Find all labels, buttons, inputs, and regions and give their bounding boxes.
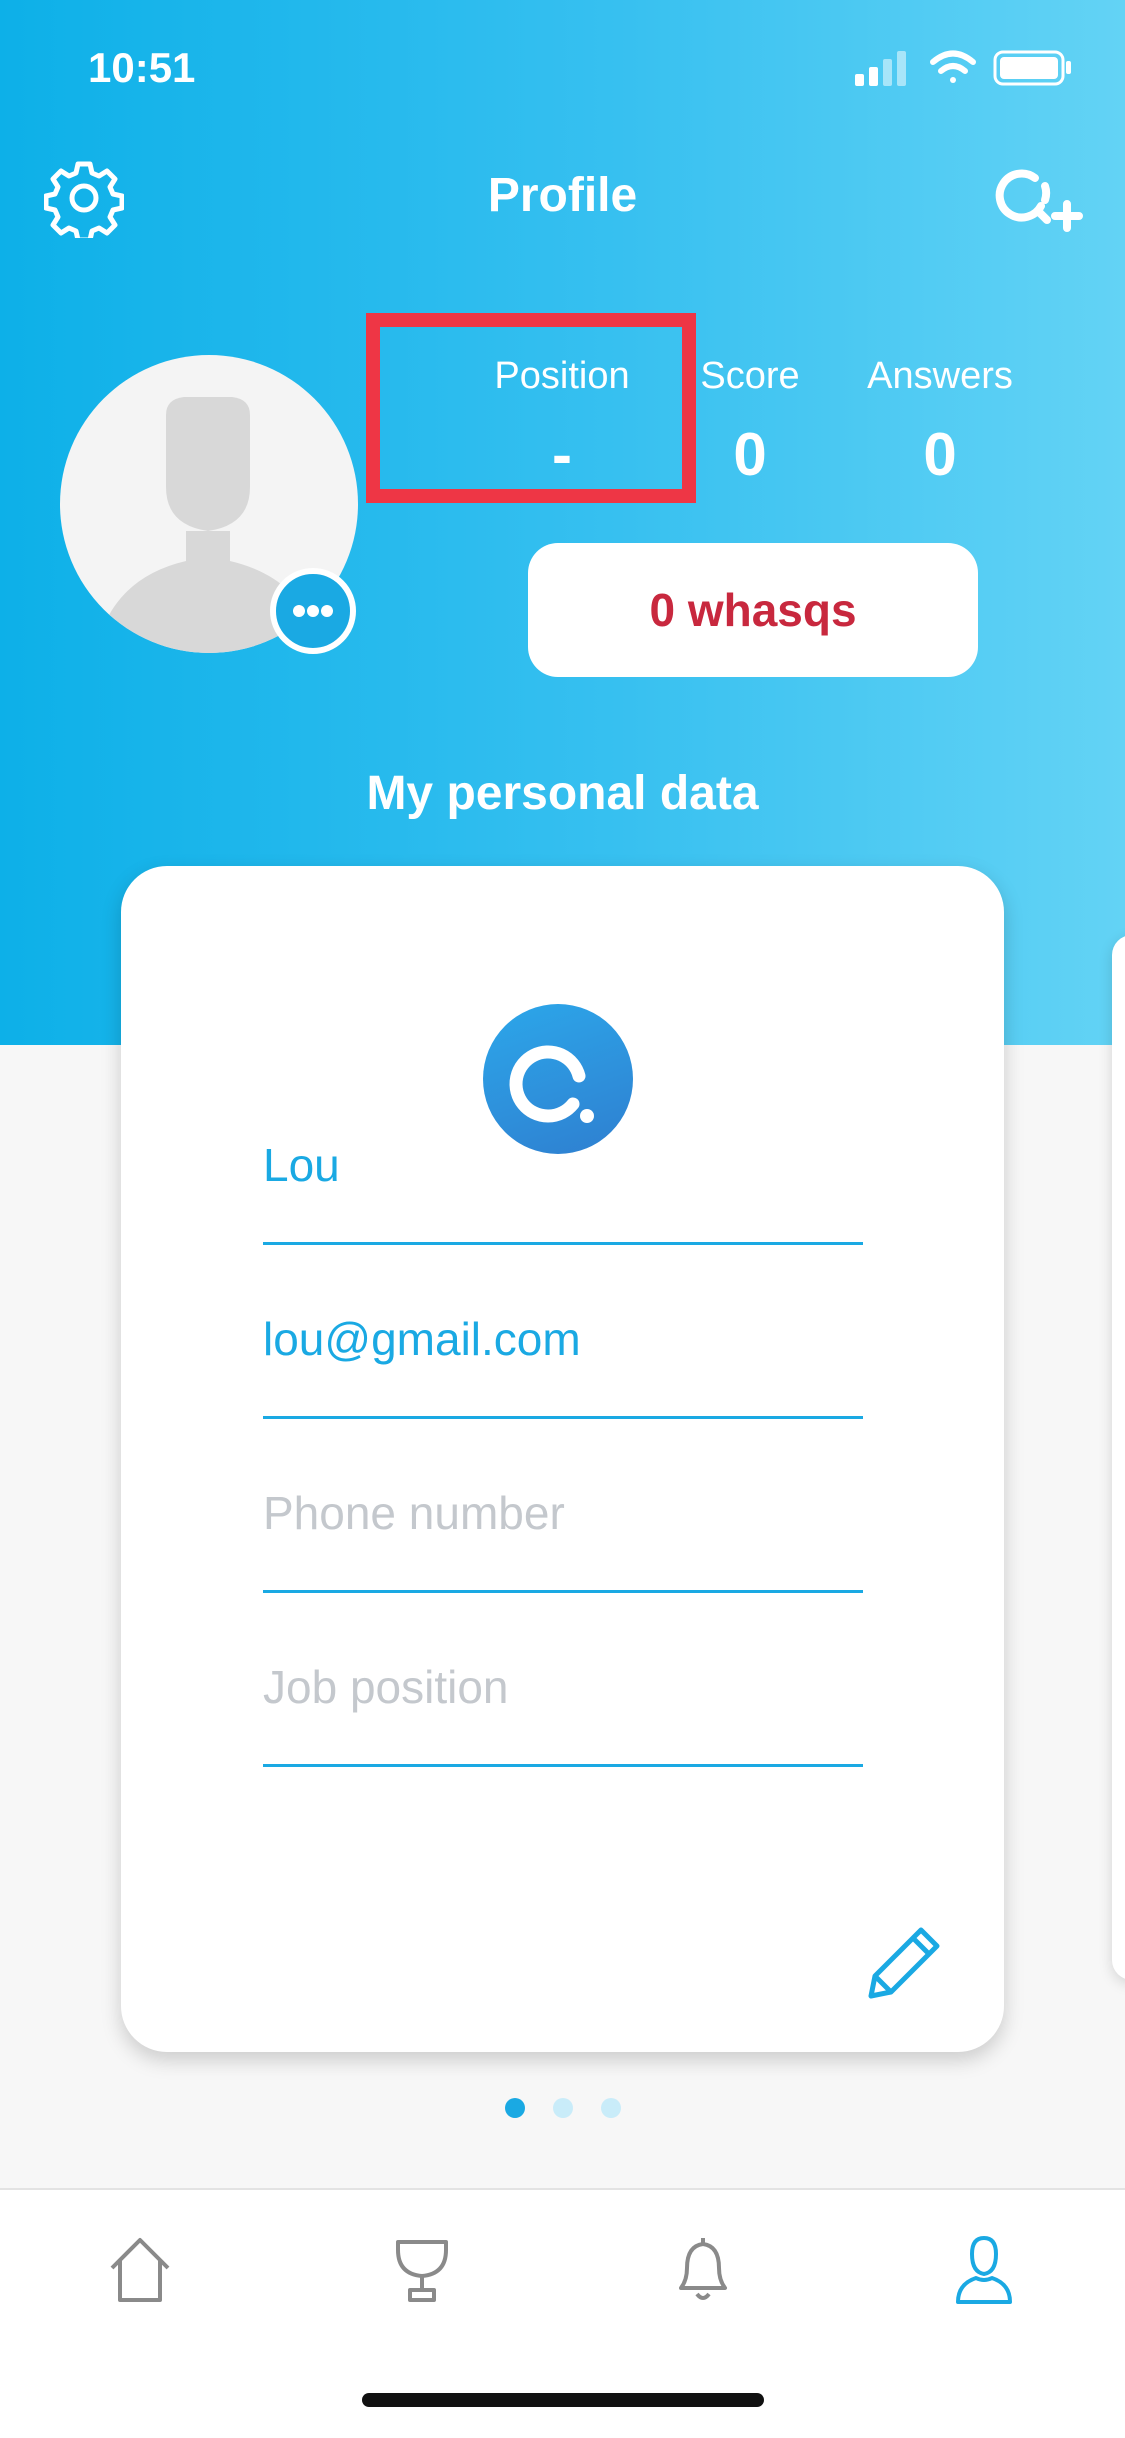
user-icon [956,2236,1012,2304]
email-field-value: lou@gmail.com [263,1313,581,1365]
next-card-peek[interactable] [1112,935,1125,1980]
add-question-button[interactable] [995,160,1085,240]
name-field-value: Lou [263,1139,340,1191]
pager-dot[interactable] [600,2098,621,2118]
battery-icon [993,50,1071,86]
page-title: Profile [487,169,638,222]
pager-dot[interactable] [552,2098,573,2118]
tab-notifications[interactable] [663,2230,743,2310]
status-icons [855,48,1075,93]
add-question-icon [995,169,1083,232]
name-field[interactable]: Lou [263,1070,863,1245]
personal-data-card: Lou lou@gmail.com Phone number Job posit… [121,866,1004,2052]
home-icon [110,2238,170,2302]
status-time: 10:51 [88,44,196,91]
whasqs-button[interactable]: 0 whasqs [528,543,978,677]
trophy-icon [396,2240,448,2302]
pencil-icon [868,1927,940,1999]
wifi-icon [930,50,976,83]
phone-field[interactable]: Phone number [263,1418,863,1593]
answers-value: 0 [923,421,957,488]
position-highlight-box [366,313,696,503]
avatar-options-button[interactable] [270,568,356,654]
job-position-field-placeholder: Job position [263,1661,509,1713]
answers-label: Answers [867,355,1013,397]
pager-dot[interactable] [504,2098,525,2118]
home-indicator [362,2393,764,2407]
phone-field-placeholder: Phone number [263,1487,565,1539]
email-field[interactable]: lou@gmail.com [263,1244,863,1419]
tab-profile[interactable] [944,2230,1024,2310]
bell-icon [679,2238,727,2300]
edit-button[interactable] [861,1914,951,2004]
tab-home[interactable] [100,2230,180,2310]
job-position-field[interactable]: Job position [263,1592,863,1767]
section-title: My personal data [366,767,759,820]
signal-icon [855,51,906,86]
card-pager [0,2098,1125,2118]
more-icon [293,605,333,617]
tab-ranking[interactable] [382,2230,462,2310]
